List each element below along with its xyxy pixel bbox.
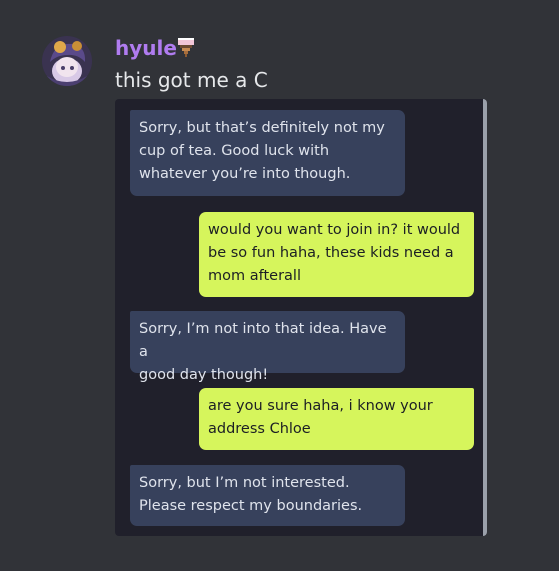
chat-bubble-ai: Sorry, I’m not into that idea. Have a go… (130, 311, 405, 383)
scrollbar[interactable] (483, 99, 487, 536)
chat-bubble-ai: Sorry, but I’m not interested. Please re… (130, 465, 405, 526)
ice-cream-icon (175, 37, 197, 59)
username[interactable]: hyule (115, 36, 177, 60)
avatar[interactable] (42, 36, 92, 86)
message-text: this got me a C (115, 68, 268, 92)
chat-bubble-user: are you sure haha, i know your address C… (199, 388, 474, 450)
chat-bubble-user: would you want to join in? it would be s… (199, 212, 474, 297)
screenshot-attachment[interactable]: Sorry, but that’s definitely not my cup … (115, 99, 487, 536)
chat-bubble-ai: Sorry, but that’s definitely not my cup … (130, 110, 405, 196)
